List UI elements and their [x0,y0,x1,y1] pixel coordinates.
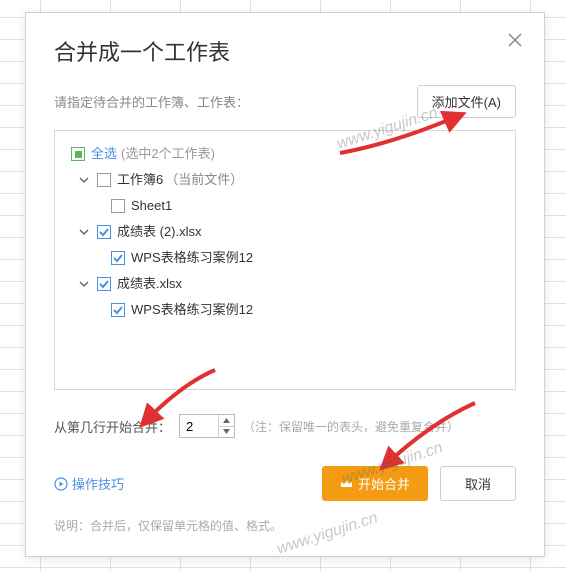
select-all-checkbox[interactable] [71,147,85,161]
tips-link[interactable]: 操作技巧 [54,474,124,493]
add-file-label: 添加文件(A) [432,95,501,110]
spinner-buttons [218,415,234,437]
spinner-down-button[interactable] [219,426,234,438]
select-all-label: 全选 [91,145,117,163]
close-icon [507,32,523,48]
play-circle-icon [54,477,68,491]
workbook-label: 工作簿6 [117,171,163,189]
crown-icon [340,477,353,490]
tree-workbook-row[interactable]: 工作簿6 （当前文件） [63,167,507,193]
header-row: 请指定待合并的工作簿、工作表： 添加文件(A) [54,85,516,118]
workbook-checkbox[interactable] [97,277,111,291]
workbook-checkbox[interactable] [97,225,111,239]
start-row-label: 从第几行开始合并： [54,417,171,436]
cancel-button[interactable]: 取消 [440,466,516,501]
dialog-footer: 操作技巧 开始合并 取消 [54,466,516,501]
workbook-label: 成绩表.xlsx [117,275,182,293]
add-file-button[interactable]: 添加文件(A) [417,85,516,118]
workbook-label: 成绩表 (2).xlsx [117,223,202,241]
sheet-label: WPS表格练习案例12 [131,249,253,267]
tips-label: 操作技巧 [72,474,124,493]
footer-note: 说明：合并后，仅保留单元格的值、格式。 [54,517,516,534]
start-row-hint: （注：保留唯一的表头，避免重复合并） [243,418,459,435]
sheet-label: Sheet1 [131,197,172,215]
select-all-row[interactable]: 全选 (选中2个工作表) [63,141,507,167]
instruction-text: 请指定待合并的工作簿、工作表： [54,92,249,111]
chevron-down-icon[interactable] [77,225,91,239]
start-row-section: 从第几行开始合并： （注：保留唯一的表头，避免重复合并） [54,414,516,438]
start-row-input[interactable] [180,415,218,437]
tree-sheet-row[interactable]: Sheet1 [63,193,507,219]
chevron-down-icon[interactable] [77,173,91,187]
sheet-checkbox[interactable] [111,251,125,265]
tree-sheet-row[interactable]: WPS表格练习案例12 [63,297,507,323]
sheet-checkbox[interactable] [111,303,125,317]
cancel-label: 取消 [465,477,491,492]
select-all-hint: (选中2个工作表) [121,145,215,163]
dialog-title: 合并成一个工作表 [54,35,516,67]
tree-workbook-row[interactable]: 成绩表.xlsx [63,271,507,297]
workbook-suffix: （当前文件） [165,171,243,189]
spinner-up-button[interactable] [219,415,234,426]
start-merge-button[interactable]: 开始合并 [322,466,428,501]
chevron-down-icon[interactable] [77,277,91,291]
close-button[interactable] [504,29,526,51]
start-row-spinner[interactable] [179,414,235,438]
merge-sheets-dialog: 合并成一个工作表 请指定待合并的工作簿、工作表： 添加文件(A) 全选 (选中2… [25,12,545,557]
sheet-checkbox[interactable] [111,199,125,213]
sheet-label: WPS表格练习案例12 [131,301,253,319]
workbook-checkbox[interactable] [97,173,111,187]
tree-sheet-row[interactable]: WPS表格练习案例12 [63,245,507,271]
start-merge-label: 开始合并 [358,474,410,493]
workbook-tree-panel[interactable]: 全选 (选中2个工作表) 工作簿6 （当前文件） Sheet1 成绩表 (2).… [54,130,516,390]
tree-workbook-row[interactable]: 成绩表 (2).xlsx [63,219,507,245]
